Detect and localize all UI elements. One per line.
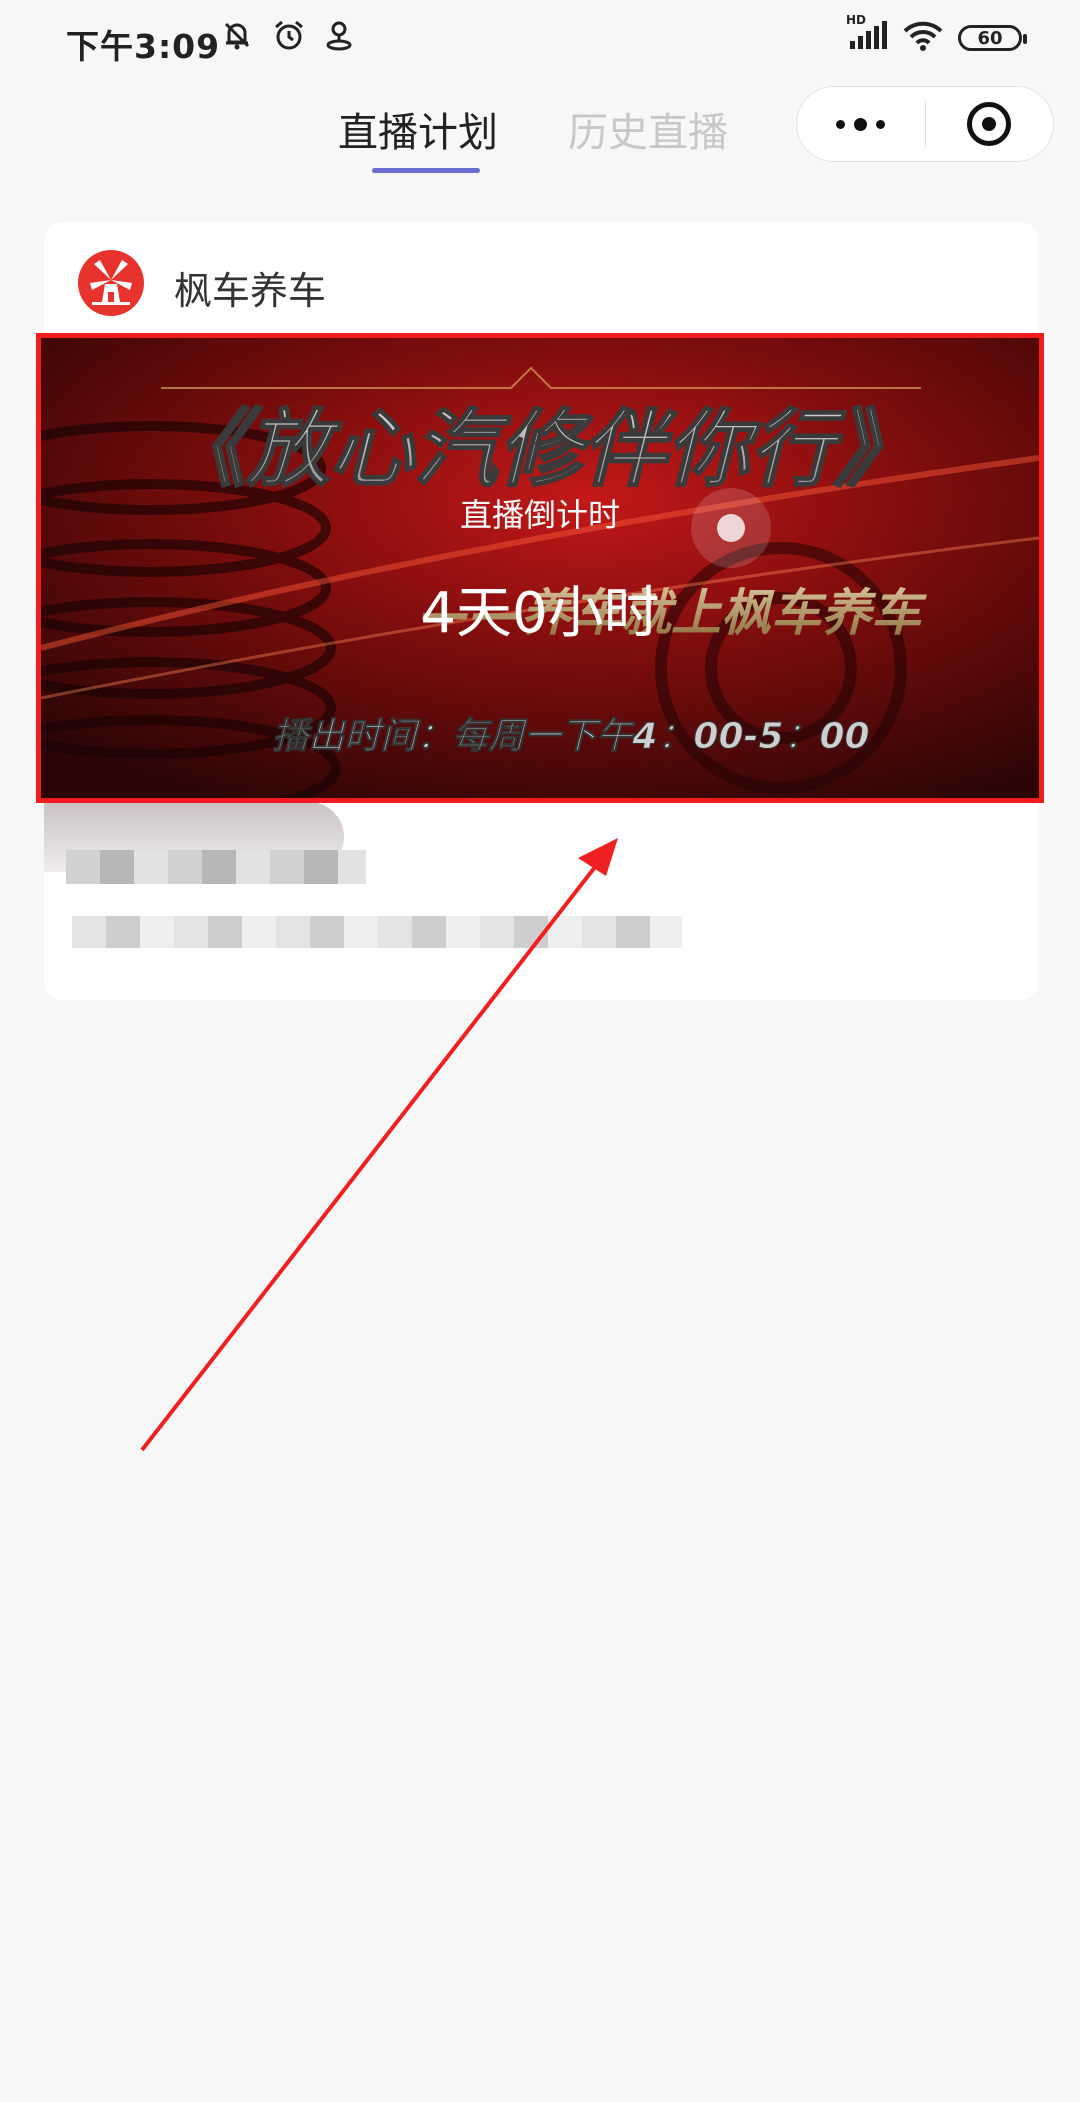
target-icon <box>967 102 1012 146</box>
status-icons-left <box>220 18 354 56</box>
blurred-subtitle <box>72 916 682 948</box>
countdown-value: 4天0小时 <box>420 581 660 646</box>
shop-logo <box>78 250 144 316</box>
blurred-title <box>66 850 366 884</box>
banner-title: 《放心汽修伴你行》 <box>162 400 918 498</box>
live-banner[interactable]: 《放心汽修伴你行》 ——养车就上枫车养车 播出时间：每周一下午4：00-5：00… <box>36 333 1044 803</box>
tab-live-history[interactable]: 历史直播 <box>568 100 728 158</box>
close-miniprogram-button[interactable] <box>926 87 1054 161</box>
signal-icon: HD <box>846 13 888 55</box>
battery-level: 60 <box>977 27 1003 49</box>
bell-muted-icon <box>220 18 254 56</box>
more-dots-icon <box>836 117 886 131</box>
wifi-icon <box>902 20 944 56</box>
active-tab-indicator <box>372 168 480 173</box>
more-button[interactable] <box>797 87 925 161</box>
countdown-label: 直播倒计时 <box>459 496 620 534</box>
status-time: 下午3:09 <box>66 27 221 66</box>
shop-name: 枫车养车 <box>174 269 327 313</box>
location-pin-icon <box>324 18 354 56</box>
alarm-icon <box>272 18 306 56</box>
status-bar: 下午3:09 HD 60 <box>0 0 1080 84</box>
network-label: HD <box>846 13 867 27</box>
tab-live-plan[interactable]: 直播计划 <box>338 100 498 158</box>
windmill-logo-icon <box>90 260 132 305</box>
status-icons-right: HD 60 <box>846 13 1027 56</box>
miniprogram-capsule <box>796 86 1054 162</box>
banner-schedule: 播出时间：每周一下午4：00-5：00 <box>272 716 869 757</box>
battery-icon: 60 <box>958 25 1027 51</box>
